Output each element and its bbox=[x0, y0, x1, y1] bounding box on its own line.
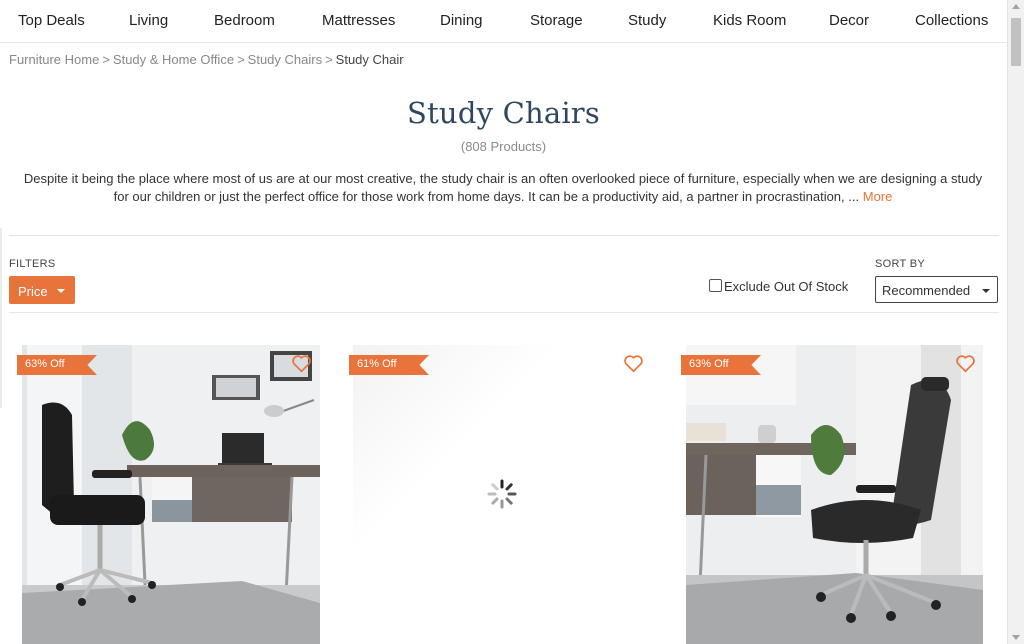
sort-select[interactable]: Recommended bbox=[875, 276, 998, 303]
breadcrumb-separator: > bbox=[237, 52, 245, 67]
product-card[interactable] bbox=[22, 345, 320, 644]
product-image[interactable] bbox=[686, 345, 983, 644]
exclude-out-of-stock-checkbox[interactable] bbox=[709, 279, 722, 292]
discount-badge: 63% Off bbox=[17, 355, 97, 375]
loading-spinner-icon bbox=[487, 479, 517, 509]
page-scrollbar[interactable] bbox=[1007, 0, 1024, 644]
breadcrumb-separator: > bbox=[102, 52, 110, 67]
sort-by-label: SORT BY bbox=[875, 258, 925, 270]
discount-badge: 61% Off bbox=[349, 355, 429, 375]
nav-mattresses[interactable]: Mattresses bbox=[322, 12, 395, 29]
chevron-down-icon bbox=[982, 289, 990, 293]
more-link[interactable]: More bbox=[863, 189, 893, 204]
product-count: (808 Products) bbox=[460, 139, 547, 154]
price-filter-button[interactable]: Price bbox=[9, 276, 75, 304]
nav-collections[interactable]: Collections bbox=[915, 12, 988, 29]
scroll-thumb[interactable] bbox=[1011, 18, 1021, 66]
chevron-down-icon bbox=[57, 289, 65, 293]
description-text: Despite it being the place where most of… bbox=[23, 171, 983, 204]
product-card[interactable] bbox=[353, 345, 651, 644]
exclude-out-of-stock-label: Exclude Out Of Stock bbox=[724, 279, 849, 294]
top-navigation: Top Deals Living Bedroom Mattresses Dini… bbox=[0, 0, 1007, 43]
nav-study[interactable]: Study bbox=[628, 12, 666, 29]
exclude-out-of-stock[interactable]: Exclude Out Of Stock bbox=[709, 279, 848, 294]
breadcrumb: Furniture Home > Study & Home Office > Study… bbox=[9, 52, 404, 67]
product-image[interactable] bbox=[22, 345, 320, 644]
nav-bedroom[interactable]: Bedroom bbox=[214, 12, 275, 29]
breadcrumb-current: Study Chair bbox=[335, 52, 404, 67]
discount-badge: 63% Off bbox=[681, 355, 761, 375]
nav-storage[interactable]: Storage bbox=[530, 12, 583, 29]
breadcrumb-furniture-home[interactable]: Furniture Home bbox=[9, 52, 99, 67]
scroll-up-icon[interactable] bbox=[1012, 4, 1020, 9]
divider bbox=[9, 235, 999, 236]
nav-kids-room[interactable]: Kids Room bbox=[713, 12, 786, 29]
product-card[interactable] bbox=[686, 345, 983, 644]
wishlist-heart-icon[interactable] bbox=[291, 354, 312, 373]
category-description: Despite it being the place where most of… bbox=[20, 170, 986, 206]
price-filter-label: Price bbox=[18, 284, 48, 299]
sort-selected-value: Recommended bbox=[882, 283, 971, 298]
breadcrumb-study-chairs[interactable]: Study Chairs bbox=[248, 52, 322, 67]
wishlist-heart-icon[interactable] bbox=[955, 354, 976, 373]
page-title: Study Chairs bbox=[407, 96, 600, 130]
scroll-down-icon[interactable] bbox=[1012, 635, 1020, 640]
wishlist-heart-icon[interactable] bbox=[623, 354, 644, 373]
breadcrumb-separator: > bbox=[325, 52, 333, 67]
nav-dining[interactable]: Dining bbox=[440, 12, 483, 29]
nav-top-deals[interactable]: Top Deals bbox=[18, 12, 85, 29]
breadcrumb-study-home-office[interactable]: Study & Home Office bbox=[113, 52, 234, 67]
filters-label: FILTERS bbox=[9, 258, 56, 270]
nav-decor[interactable]: Decor bbox=[829, 12, 869, 29]
nav-living[interactable]: Living bbox=[129, 12, 168, 29]
left-edge-divider bbox=[0, 228, 2, 408]
divider bbox=[9, 312, 999, 313]
